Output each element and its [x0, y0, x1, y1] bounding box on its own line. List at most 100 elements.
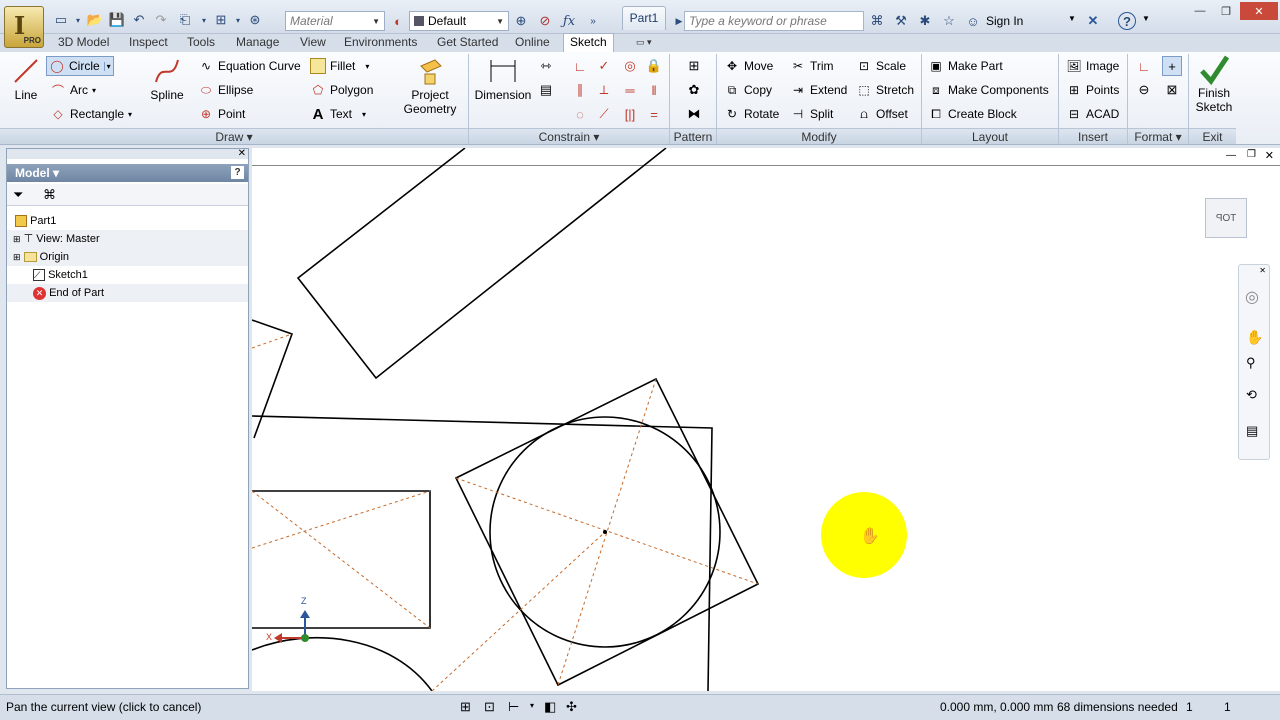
user-icon[interactable]: ☺	[964, 12, 982, 30]
sign-in-dropdown-icon[interactable]: ▼	[1068, 14, 1076, 23]
ribbon-minimize-icon[interactable]: ▭ ▾	[636, 34, 652, 52]
rectangle-button[interactable]: ◇ Rectangle ▾	[50, 106, 132, 122]
grid-snap-icon[interactable]: ⊞	[460, 699, 471, 715]
select-icon[interactable]: ⊛	[246, 11, 264, 29]
image-button[interactable]: 🖼 Image	[1066, 58, 1119, 74]
perpendicular-constraint-icon[interactable]: ⟂	[594, 80, 614, 100]
tangent-constraint-icon[interactable]: ◌	[570, 104, 590, 124]
binoculars-icon[interactable]: ⌘	[43, 187, 56, 203]
tree-item-sketch1[interactable]: ⟋ Sketch1	[7, 266, 248, 284]
equal-constraint-icon[interactable]: =	[644, 104, 664, 124]
material-select[interactable]: Material ▼	[285, 11, 385, 31]
open-folder-icon[interactable]: 📂	[86, 11, 104, 29]
polygon-button[interactable]: ⬠ Polygon	[310, 82, 374, 98]
tree-item-part1[interactable]: Part1	[7, 212, 248, 230]
document-tab[interactable]: Part1	[622, 6, 666, 30]
tab-inspect[interactable]: Inspect	[129, 34, 168, 52]
update-icon[interactable]: ⊞	[212, 11, 230, 29]
adjust-icon[interactable]: ⊕	[512, 12, 530, 30]
dimension-button[interactable]: Dimension	[472, 56, 534, 102]
scale-button[interactable]: ⊡ Scale	[856, 58, 906, 74]
help-icon[interactable]: ?	[231, 166, 244, 179]
project-geometry-button[interactable]: Project Geometry	[398, 56, 462, 116]
new-file-icon[interactable]: ▭	[52, 11, 70, 29]
construction-icon[interactable]: ∟	[1134, 56, 1154, 76]
new-dropdown-icon[interactable]: ▾	[74, 11, 82, 29]
extend-button[interactable]: ⇥ Extend	[790, 82, 847, 98]
coincident-constraint-icon[interactable]: ∟	[570, 56, 590, 76]
expand-icon[interactable]: ⊞	[13, 234, 21, 244]
equation-curve-button[interactable]: ∿ Equation Curve	[198, 58, 301, 74]
points-button[interactable]: ⊞ Points	[1066, 82, 1119, 98]
exchange-apps-icon[interactable]: ✕	[1084, 12, 1102, 30]
close-icon[interactable]: ✕	[238, 148, 246, 159]
search-input[interactable]: Type a keyword or phrase	[684, 11, 864, 31]
make-components-button[interactable]: ⧈ Make Components	[928, 82, 1049, 98]
text-button[interactable]: A Text ▾	[310, 106, 366, 123]
fix-constraint-icon[interactable]: 🔒	[644, 56, 664, 76]
tools-icon[interactable]: ⚒	[892, 12, 910, 30]
stretch-button[interactable]: ⬚ Stretch	[856, 82, 914, 98]
dimension-dropdown-icon[interactable]: ▾	[530, 701, 534, 710]
favorites-star-icon[interactable]: ☆	[940, 12, 958, 30]
horizontal-constraint-icon[interactable]: ═	[620, 80, 640, 100]
subscription-icon[interactable]: ✱	[916, 12, 934, 30]
ellipse-button[interactable]: ⬭ Ellipse	[198, 82, 253, 98]
expand-icon[interactable]: ⊞	[13, 252, 21, 262]
tab-manage[interactable]: Manage	[236, 34, 279, 52]
viewcube[interactable]: TOP	[1205, 198, 1247, 238]
tree-item-origin[interactable]: ⊞ Origin	[7, 248, 248, 266]
help-dropdown-icon[interactable]: ▼	[1142, 14, 1150, 23]
circle-button[interactable]: ◯ Circle ▾	[46, 56, 114, 76]
rectangle-dropdown-icon[interactable]: ▾	[128, 110, 132, 119]
tab-environments[interactable]: Environments	[344, 34, 417, 52]
smooth-constraint-icon[interactable]: ⟋	[594, 104, 614, 124]
parallel-constraint-icon[interactable]: ∥	[570, 80, 590, 100]
symmetric-constraint-icon[interactable]: [|]	[620, 104, 640, 124]
close-icon[interactable]: ✕	[1259, 266, 1266, 275]
circle-dropdown-icon[interactable]: ▾	[103, 61, 111, 71]
tab-view[interactable]: View	[300, 34, 326, 52]
steering-wheel-icon[interactable]: ◎	[1245, 287, 1259, 307]
tree-item-view-master[interactable]: ⊞ ⊤ View: Master	[7, 230, 248, 248]
return-dropdown-icon[interactable]: ▾	[200, 11, 208, 29]
move-button[interactable]: ✥ Move	[724, 58, 773, 74]
zoom-icon[interactable]: ⚲	[1246, 355, 1256, 371]
finish-sketch-button[interactable]: Finish Sketch	[1192, 54, 1236, 114]
vertical-constraint-icon[interactable]: ‖	[644, 80, 664, 100]
restore-icon[interactable]: ❐	[1214, 2, 1238, 20]
save-icon[interactable]: 💾	[108, 11, 126, 29]
arc-button[interactable]: ⌒ Arc ▾	[50, 82, 96, 98]
format-panel-title[interactable]: Format ▾	[1128, 128, 1188, 144]
rectangular-pattern-icon[interactable]: ⊞	[684, 56, 704, 76]
slice-graphics-icon[interactable]: ◧	[544, 699, 556, 715]
update-dropdown-icon[interactable]: ▾	[234, 11, 242, 29]
text-dropdown-icon[interactable]: ▾	[362, 110, 366, 119]
filter-icon[interactable]: ⏷	[13, 187, 23, 203]
tab-3d-model[interactable]: 3D Model	[58, 34, 109, 52]
tab-online[interactable]: Online	[515, 34, 550, 52]
close-icon[interactable]: ✕	[1240, 2, 1278, 20]
tree-item-end-of-part[interactable]: ✕ End of Part	[7, 284, 248, 302]
fx-icon[interactable]: ƒx	[560, 12, 578, 30]
circular-pattern-icon[interactable]: ✿	[684, 80, 704, 100]
offset-button[interactable]: ⩍ Offset	[856, 106, 908, 122]
sign-in-link[interactable]: Sign In	[986, 14, 1023, 28]
look-at-icon[interactable]: ▤	[1246, 423, 1258, 439]
browser-title[interactable]: Model ▾ ?	[7, 164, 248, 182]
collinear-constraint-icon[interactable]: ✓	[594, 56, 614, 76]
dimension-display-icon[interactable]: ⊢	[508, 699, 519, 715]
driven-dimension-icon[interactable]: ⊖	[1134, 80, 1154, 100]
draw-panel-title[interactable]: Draw ▾	[0, 128, 468, 144]
clear-appearance-icon[interactable]: ⊘	[536, 12, 554, 30]
acad-button[interactable]: ⊟ ACAD	[1066, 106, 1119, 122]
fillet-button[interactable]: Fillet ▾	[310, 58, 369, 74]
spline-button[interactable]: Spline	[146, 56, 188, 102]
show-dof-icon[interactable]: ✣	[566, 699, 577, 715]
orbit-icon[interactable]: ⟲	[1246, 387, 1257, 403]
create-block-button[interactable]: ⧠ Create Block	[928, 106, 1017, 122]
appearance-select[interactable]: Default ▼	[409, 11, 509, 31]
trim-button[interactable]: ✂ Trim	[790, 58, 834, 74]
constrain-panel-title[interactable]: Constrain ▾	[469, 128, 669, 144]
make-part-button[interactable]: ▣ Make Part	[928, 58, 1002, 74]
